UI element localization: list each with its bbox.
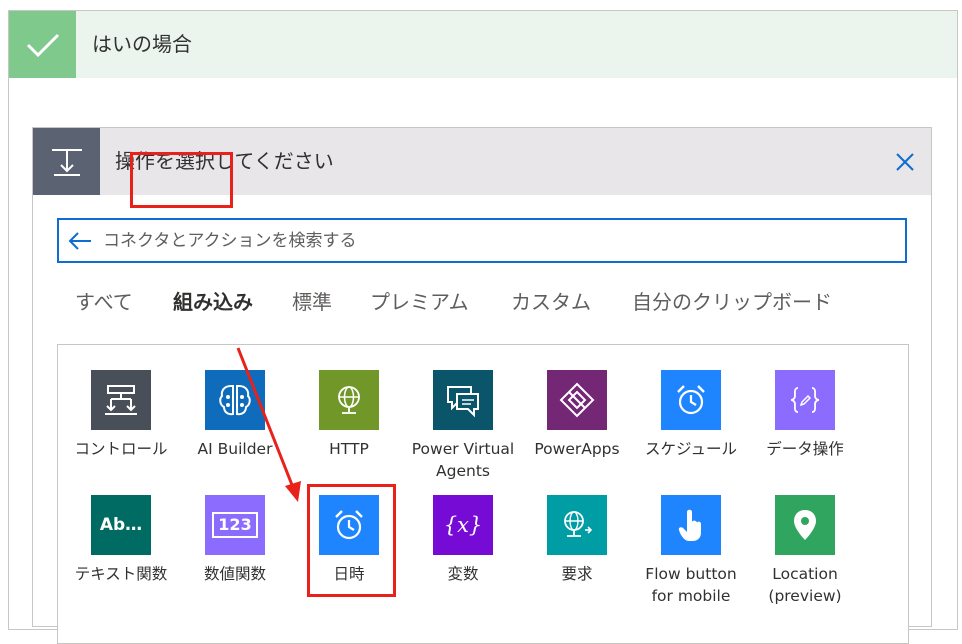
tab-all[interactable]: すべて bbox=[75, 268, 133, 336]
location-pin-icon bbox=[775, 495, 835, 555]
tab-my-clipboard[interactable]: 自分のクリップボード bbox=[632, 268, 832, 336]
connector-label: HTTP bbox=[329, 440, 369, 458]
connector-label: AI Builder bbox=[197, 440, 273, 458]
built-in-tab-highlight bbox=[130, 152, 233, 208]
chat-icon bbox=[433, 370, 493, 430]
connector-label: 数値関数 bbox=[203, 565, 266, 583]
text-functions-icon: Ab… bbox=[91, 495, 151, 555]
globe-icon bbox=[319, 370, 379, 430]
connector-label: Flow button for mobile bbox=[645, 565, 737, 605]
connector-text-functions[interactable]: Ab… テキスト関数 bbox=[64, 495, 178, 585]
touch-icon bbox=[661, 495, 721, 555]
connector-label: スケジュール bbox=[645, 440, 737, 458]
connector-request[interactable]: 要求 bbox=[520, 495, 634, 585]
search-input[interactable] bbox=[103, 220, 893, 261]
step-icon bbox=[33, 128, 100, 195]
connector-location[interactable]: Location (preview) bbox=[748, 495, 862, 607]
date-time-highlight bbox=[307, 484, 396, 597]
connector-http[interactable]: HTTP bbox=[292, 370, 406, 460]
alarm-clock-icon bbox=[661, 370, 721, 430]
control-icon bbox=[91, 370, 151, 430]
connector-label: Power Virtual Agents bbox=[411, 440, 515, 480]
text-functions-glyph: Ab… bbox=[99, 515, 143, 535]
tab-standard[interactable]: 標準 bbox=[292, 268, 332, 336]
connector-powerapps[interactable]: PowerApps bbox=[520, 370, 634, 460]
tab-custom[interactable]: カスタム bbox=[511, 268, 591, 336]
connector-number-functions[interactable]: 123 数値関数 bbox=[178, 495, 292, 585]
connector-tabs: すべて 組み込み 標準 プレミアム カスタム 自分のクリップボード bbox=[33, 268, 931, 336]
connector-ai-builder[interactable]: AI Builder bbox=[178, 370, 292, 460]
variable-icon: {x} bbox=[433, 495, 493, 555]
connector-label: 変数 bbox=[447, 565, 479, 583]
data-operation-icon bbox=[775, 370, 835, 430]
variable-glyph: {x} bbox=[443, 513, 483, 537]
connector-label: テキスト関数 bbox=[74, 565, 168, 583]
close-icon[interactable] bbox=[889, 146, 921, 178]
connector-label: 要求 bbox=[561, 565, 593, 583]
connector-flow-button[interactable]: Flow button for mobile bbox=[634, 495, 748, 607]
powerapps-icon bbox=[547, 370, 607, 430]
connector-label: データ操作 bbox=[766, 440, 844, 458]
connector-label: コントロール bbox=[74, 440, 168, 458]
tab-premium[interactable]: プレミアム bbox=[370, 268, 469, 336]
number-functions-glyph: 123 bbox=[212, 512, 258, 538]
connector-control[interactable]: コントロール bbox=[64, 370, 178, 460]
tab-built-in[interactable]: 組み込み bbox=[173, 268, 253, 336]
connector-grid: コントロール AI Builder HTTP Power Virtual Age… bbox=[57, 344, 909, 644]
search-box bbox=[57, 218, 907, 263]
number-functions-icon: 123 bbox=[205, 495, 265, 555]
back-arrow-icon[interactable] bbox=[67, 228, 93, 254]
connector-label: Location (preview) bbox=[768, 565, 842, 605]
ai-builder-icon bbox=[205, 370, 265, 430]
condition-yes-header[interactable]: はいの場合 bbox=[9, 11, 957, 78]
connector-variables[interactable]: {x} 変数 bbox=[406, 495, 520, 585]
check-icon bbox=[9, 11, 76, 78]
condition-title: はいの場合 bbox=[92, 32, 192, 56]
connector-label: PowerApps bbox=[534, 440, 620, 458]
connector-power-virtual-agents[interactable]: Power Virtual Agents bbox=[406, 370, 520, 482]
request-icon bbox=[547, 495, 607, 555]
connector-data-operation[interactable]: データ操作 bbox=[748, 370, 862, 460]
connector-schedule[interactable]: スケジュール bbox=[634, 370, 748, 460]
